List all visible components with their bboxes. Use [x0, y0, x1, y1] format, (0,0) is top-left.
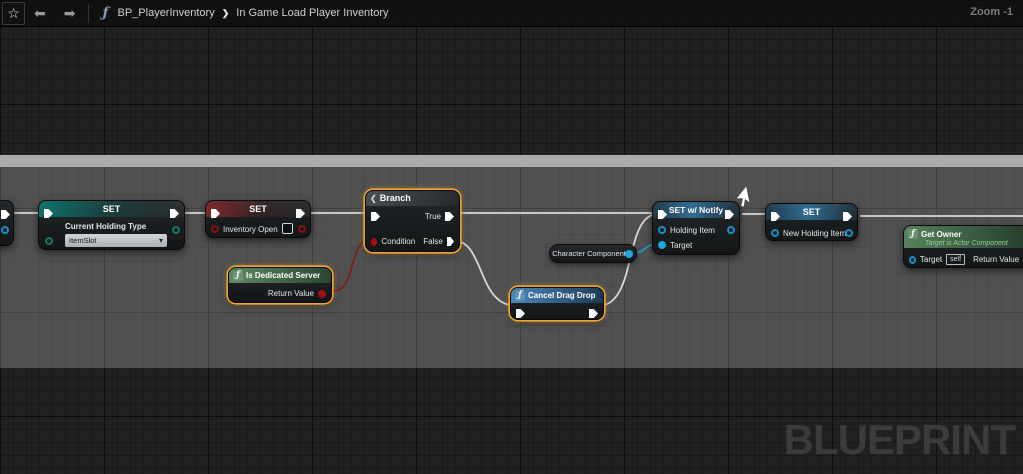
node-title: SET: [206, 201, 310, 217]
breadcrumb: BP_PlayerInventory ❯ In Game Load Player…: [118, 7, 389, 19]
toolbar-divider: [88, 4, 89, 23]
bool-in-pin[interactable]: [211, 225, 219, 233]
exec-false-pin[interactable]: [447, 237, 454, 246]
forward-icon[interactable]: ➡: [55, 5, 85, 22]
target-pin[interactable]: [909, 256, 916, 264]
node-subtitle: Target is Actor Component: [908, 240, 1008, 248]
enum-out-pin[interactable]: [172, 226, 180, 234]
node-set-inventory-open[interactable]: SET Inventory Open: [205, 200, 311, 238]
zoom-level-label: Zoom -1: [970, 6, 1013, 18]
condition-pin[interactable]: [371, 238, 377, 246]
favorite-star-icon[interactable]: ☆: [2, 2, 25, 25]
pin-label-target: Target: [920, 255, 942, 264]
object-out-pin[interactable]: [845, 229, 853, 237]
node-set-w-notify[interactable]: SET w/ Notify Holding Item Target: [652, 201, 740, 255]
breadcrumb-toolbar: ☆ ⬅ ➡ ƒ BP_PlayerInventory ❯ In Game Loa…: [0, 0, 1023, 27]
holding-item-out-pin[interactable]: [727, 226, 735, 234]
object-in-pin[interactable]: [771, 229, 779, 237]
function-icon: ƒ: [515, 291, 525, 301]
node-set-current-holding-type[interactable]: SET Current Holding Type ItemSlot ▾: [38, 200, 185, 250]
pin-label-condition: Condition: [381, 237, 415, 246]
node-character-component[interactable]: Character Component: [549, 244, 637, 263]
mouse-cursor: [733, 185, 759, 211]
pin-label-holding-item: Holding Item: [670, 226, 715, 235]
node-title: Branch: [380, 191, 411, 206]
item-slot-dropdown[interactable]: ItemSlot ▾: [65, 234, 167, 247]
inventory-open-checkbox[interactable]: [282, 223, 293, 234]
dropdown-value: ItemSlot: [69, 236, 159, 245]
comment-node-header[interactable]: [0, 155, 1023, 167]
pin-label-new-holding-item: New Holding Item: [783, 229, 846, 238]
node-branch[interactable]: ❮ Branch True Condition False: [365, 190, 460, 252]
blueprint-watermark: BLUEPRINT: [784, 416, 1015, 464]
comment-node-body[interactable]: [0, 167, 1023, 368]
pin-label-return-value: Return Value: [268, 289, 314, 298]
exec-in-pin[interactable]: [371, 212, 380, 221]
node-title: Get Owner: [921, 230, 961, 239]
function-icon: ƒ: [233, 271, 243, 281]
return-value-pin[interactable]: [318, 290, 326, 298]
dropdown-arrow-icon: ▾: [159, 236, 163, 245]
object-out-pin[interactable]: [1, 226, 9, 234]
enum-in-pin[interactable]: [45, 237, 53, 245]
target-pin[interactable]: [658, 241, 666, 249]
pin-label-inventory-open: Inventory Open: [223, 225, 278, 234]
node-set-new-holding-item[interactable]: SET New Holding Item: [765, 203, 858, 241]
node-get-owner[interactable]: ƒ Get Owner Target is Actor Component Ta…: [903, 225, 1023, 268]
breadcrumb-blueprint[interactable]: BP_PlayerInventory: [118, 7, 215, 19]
exec-true-pin[interactable]: [445, 212, 454, 221]
exec-out-pin[interactable]: [589, 309, 598, 318]
pin-label-false: False: [423, 237, 443, 246]
node-is-dedicated-server[interactable]: ƒ Is Dedicated Server Return Value: [228, 267, 332, 303]
pin-label-return-value: Return Value: [973, 255, 1019, 264]
variable-label: Character Component: [552, 249, 634, 258]
node-cancel-drag-drop[interactable]: ƒ Cancel Drag Drop: [510, 287, 604, 320]
chevron-right-icon: ❯: [222, 8, 230, 19]
blueprint-editor: BLUEPRINT SET Current Holding Type ItemS…: [0, 0, 1023, 474]
pin-label-target: Target: [670, 241, 692, 250]
node-title: Cancel Drag Drop: [528, 288, 596, 303]
pin-label-current-holding-type: Current Holding Type: [65, 222, 146, 231]
branch-icon: ❮: [370, 191, 377, 206]
node-title: SET: [39, 201, 184, 217]
node-offscreen-left[interactable]: [0, 200, 14, 246]
node-title: Is Dedicated Server: [246, 268, 320, 283]
object-out-pin[interactable]: [625, 250, 633, 258]
pin-label-true: True: [425, 212, 441, 221]
function-icon: ƒ: [908, 229, 918, 239]
back-icon[interactable]: ⬅: [25, 5, 55, 22]
function-graph-icon: ƒ: [93, 5, 117, 21]
exec-out-pin[interactable]: [1, 210, 10, 219]
holding-item-in-pin[interactable]: [658, 226, 666, 234]
exec-in-pin[interactable]: [516, 309, 525, 318]
bool-out-pin[interactable]: [298, 225, 306, 233]
breadcrumb-graph[interactable]: In Game Load Player Inventory: [236, 7, 388, 19]
target-self-field[interactable]: self: [946, 254, 965, 265]
